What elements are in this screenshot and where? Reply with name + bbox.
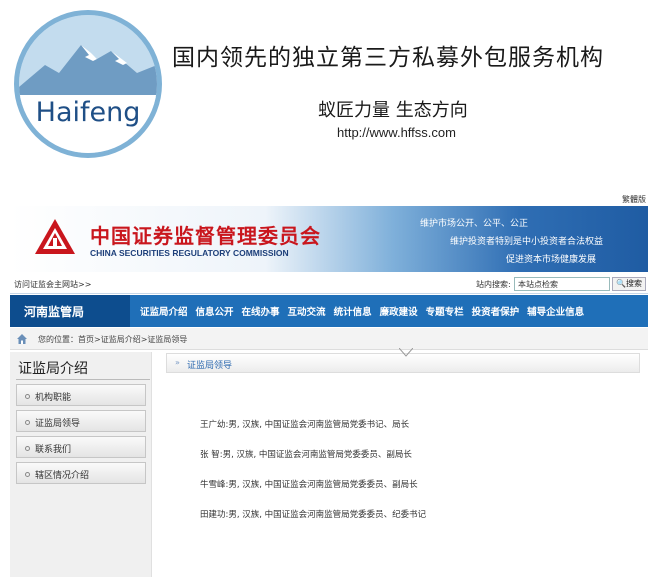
promo-url[interactable]: http://www.hffss.com (337, 125, 456, 140)
sidebar-item-contact[interactable]: 联系我们 (16, 436, 146, 458)
nav-item-online-services[interactable]: 在线办事 (242, 304, 280, 318)
breadcrumb: 您的位置：首页>证监局介绍>证监局领导 (10, 328, 648, 350)
sidebar-title: 证监局介绍 (18, 361, 88, 377)
main-site-link[interactable]: 访问证监会主网站>> (14, 279, 91, 290)
content-panel-header: » 证监局领导 (166, 348, 640, 373)
commission-name-cn: 中国证券监督管理委员会 (90, 224, 321, 248)
tagline-3: 促进资本市场健康发展 (506, 255, 597, 265)
promo-banner: Haifeng 国内领先的独立第三方私募外包服务机构 蚁匠力量 生态方向 htt… (0, 0, 659, 190)
nav-item-interaction[interactable]: 互动交流 (288, 304, 326, 318)
leader-entry: 张 智:男, 汉族, 中国证监会河南监管局党委委员、副局长 (200, 450, 412, 460)
leader-entry: 田建功:男, 汉族, 中国证监会河南监管局党委委员、纪委书记 (200, 510, 427, 520)
logo-text: Haifeng (35, 97, 141, 128)
sidebar-item-functions[interactable]: 机构职能 (16, 384, 146, 406)
home-icon[interactable] (16, 333, 28, 345)
arrow-icon: » (175, 358, 180, 367)
sidebar: 证监局介绍 机构职能 证监局领导 联系我们 辖区情况介绍 (10, 352, 152, 577)
breadcrumb-text: 您的位置：首页>证监局介绍>证监局领导 (38, 335, 188, 344)
bureau-name[interactable]: 河南监管局 (10, 295, 130, 327)
nav-item-statistics[interactable]: 统计信息 (334, 304, 372, 318)
leader-entry: 王广幼:男, 汉族, 中国证监会河南监管局党委书记、局长 (200, 420, 410, 430)
nav-item-tutoring[interactable]: 辅导企业信息 (527, 304, 584, 318)
sidebar-item-jurisdiction[interactable]: 辖区情况介绍 (16, 462, 146, 484)
promo-slogan: 蚁匠力量 生态方向 (318, 100, 468, 121)
haifeng-logo: Haifeng (14, 10, 162, 158)
panel-title: 证监局领导 (187, 361, 233, 371)
main-nav: 河南监管局 证监局介绍 信息公开 在线办事 互动交流 统计信息 廉政建设 专题专… (10, 295, 648, 327)
csrc-emblem-icon (35, 219, 75, 254)
nav-item-intro[interactable]: 证监局介绍 (140, 304, 188, 318)
masthead: 中国证券监督管理委员会 CHINA SECURITIES REGULATORY … (10, 206, 648, 272)
commission-name-en: CHINA SECURITIES REGULATORY COMMISSION (90, 248, 289, 258)
search-button[interactable]: 🔍搜索 (612, 277, 646, 291)
mountain-logo-icon (19, 15, 157, 153)
nav-item-topics[interactable]: 专题专栏 (426, 304, 464, 318)
search-button-label: 搜索 (625, 279, 642, 288)
tab-marker-icon (399, 348, 413, 357)
sidebar-divider (16, 379, 150, 380)
nav-item-investor-protection[interactable]: 投资者保护 (472, 304, 520, 318)
tagline-2: 维护投资者特别是中小投资者合法权益 (450, 237, 604, 247)
nav-item-disclosure[interactable]: 信息公开 (196, 304, 234, 318)
nav-item-integrity[interactable]: 廉政建设 (380, 304, 418, 318)
csrc-website: 繁體版 中国证券监督管理委员会 CHINA SECURITIES REGULAT… (10, 192, 648, 577)
search-label: 站内搜索: (476, 280, 511, 289)
search-input[interactable] (514, 277, 610, 291)
traditional-chinese-link[interactable]: 繁體版 (622, 194, 646, 205)
leader-entry: 牛雪峰:男, 汉族, 中国证监会河南监管局党委委员、副局长 (200, 480, 418, 490)
sidebar-item-leaders[interactable]: 证监局领导 (16, 410, 146, 432)
search-icon: 🔍 (616, 279, 626, 288)
promo-title: 国内领先的独立第三方私募外包服务机构 (172, 45, 604, 71)
info-bar: 访问证监会主网站>> 站内搜索: 🔍搜索 (10, 276, 648, 294)
tagline-1: 维护市场公开、公平、公正 (420, 219, 529, 229)
